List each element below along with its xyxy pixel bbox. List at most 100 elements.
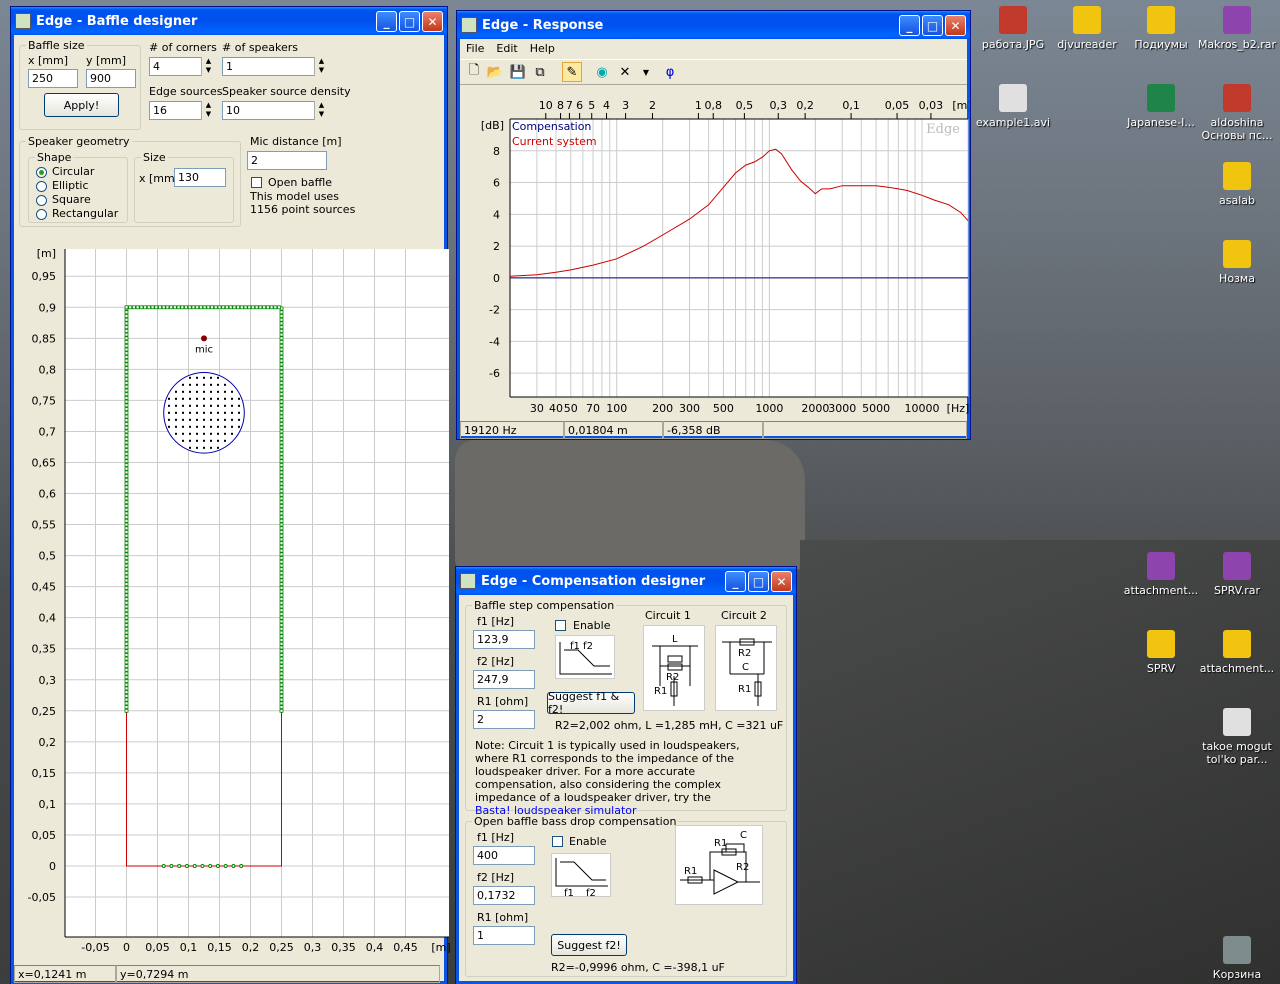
y-unit: [m] xyxy=(37,247,56,260)
mic-distance-input[interactable]: 2 xyxy=(247,151,327,170)
bsc-enable-checkbox[interactable] xyxy=(555,620,566,631)
desktop-icon[interactable]: example1.avi xyxy=(968,84,1058,129)
density-label: Speaker source density xyxy=(222,85,351,98)
desktop-icon[interactable]: attachment... xyxy=(1192,630,1280,675)
x-tick-label: 3000 xyxy=(828,402,856,415)
baffle-plot[interactable]: 0,95 0,9 0,85 0,8 0,75 0,7 0,65 0,6 0,55 0,5 0,45 0… xyxy=(14,245,450,967)
x-tick-label: 40 xyxy=(549,402,563,415)
edge-sources-label: Edge sources xyxy=(149,85,223,98)
r1-input[interactable]: 2 xyxy=(473,710,535,729)
speakers-input[interactable]: 1 xyxy=(222,57,328,76)
save-icon[interactable]: 💾 xyxy=(508,62,528,82)
desktop-icon-label: aldoshina Основы пс... xyxy=(1201,116,1273,142)
desktop-icon[interactable]: asalab xyxy=(1192,162,1280,207)
y-tick-label: 0,65 xyxy=(32,456,57,469)
y-tick-label: -2 xyxy=(489,304,500,317)
mic-marker[interactable] xyxy=(201,335,207,342)
shape-radio-rectangular[interactable] xyxy=(36,209,47,220)
response-titlebar[interactable]: Edge - Response _ □ ✕ xyxy=(457,11,970,39)
y-unit: [dB] xyxy=(481,119,504,132)
minimize-button[interactable]: _ xyxy=(725,571,746,592)
open-baffle-checkbox[interactable] xyxy=(251,177,262,188)
x-tick-label: 0,45 xyxy=(393,941,418,954)
baffle-size-label: Baffle size xyxy=(26,39,87,52)
dropdown-icon[interactable]: ▼ xyxy=(636,62,656,82)
obc-f1: f1 xyxy=(564,888,574,897)
x-tick-label: 0,3 xyxy=(304,941,322,954)
file-icon xyxy=(1073,6,1101,34)
size-x-input[interactable]: 130 xyxy=(174,168,226,187)
desktop-icon-label: attachment... xyxy=(1199,662,1275,675)
file-icon xyxy=(1223,708,1251,736)
menu-edit[interactable]: Edit xyxy=(496,42,517,55)
open-icon[interactable]: 📂 xyxy=(485,62,505,82)
baffle-titlebar[interactable]: Edge - Baffle designer _ □ ✕ xyxy=(11,7,447,35)
desktop-icon[interactable]: Нозма xyxy=(1192,240,1280,285)
shape-radio-elliptic[interactable] xyxy=(36,181,47,192)
shape-radio-square[interactable] xyxy=(36,195,47,206)
desktop-icon-label: SPRV.rar xyxy=(1213,584,1261,597)
shape-radio-circular[interactable] xyxy=(36,167,47,178)
top-tick-label: 0,1 xyxy=(842,99,860,112)
maximize-button[interactable]: □ xyxy=(748,571,769,592)
opamp-c: C xyxy=(740,830,747,841)
density-spinner[interactable]: ▲ ▼ xyxy=(314,101,328,120)
desktop-icon[interactable]: aldoshina Основы пс... xyxy=(1192,84,1280,142)
top-tick-label: 7 xyxy=(566,99,573,112)
desktop-icon[interactable]: Makros_b2.rar xyxy=(1192,6,1280,51)
file-icon xyxy=(1223,6,1251,34)
r1b-input[interactable]: 1 xyxy=(473,926,535,945)
speaker-icon[interactable]: ◉ xyxy=(592,62,612,82)
copy-icon[interactable]: ⧉ xyxy=(530,62,550,82)
open-baffle-label: Open baffle xyxy=(268,176,333,189)
note-body: Note: Circuit 1 is typically used in lou… xyxy=(475,739,740,804)
x-tick-label: 2000 xyxy=(801,402,829,415)
speakers-spinner[interactable]: ▲ ▼ xyxy=(314,57,328,76)
baffle-title: Edge - Baffle designer xyxy=(36,13,198,29)
desktop-icon-label: asalab xyxy=(1219,194,1255,207)
desktop-icon[interactable]: takoe mogut tol'ko par... xyxy=(1192,708,1280,766)
response-chart[interactable]: 86420-2-4-630 40 50 70 100 200 300 500 1000 20003… xyxy=(462,89,969,419)
obc-f2: f2 xyxy=(586,888,596,897)
circuit2-r2: R2 xyxy=(738,648,751,659)
maximize-button[interactable]: □ xyxy=(399,11,420,32)
desktop-icon[interactable]: SPRV.rar xyxy=(1192,552,1280,597)
close-button[interactable]: ✕ xyxy=(422,11,443,32)
f1b-input[interactable]: 400 xyxy=(473,846,535,865)
shape-label-elliptic: Elliptic xyxy=(52,179,89,192)
file-icon xyxy=(1223,162,1251,190)
baffle-y-input[interactable]: 900 xyxy=(86,69,136,88)
menu-file[interactable]: File xyxy=(466,42,484,55)
f2-input[interactable]: 247,9 xyxy=(473,670,535,689)
r1b-label: R1 [ohm] xyxy=(477,911,529,924)
suggest-f2-button[interactable]: Suggest f2! xyxy=(551,934,627,956)
maximize-button[interactable]: □ xyxy=(922,15,943,36)
suggest-f1f2-button[interactable]: Suggest f1 & f2! xyxy=(547,690,635,716)
shape-label: Shape xyxy=(35,151,74,164)
apply-button[interactable]: Apply! xyxy=(44,93,119,117)
baffle-x-input[interactable]: 250 xyxy=(28,69,78,88)
f1-input[interactable]: 123,9 xyxy=(473,630,535,649)
desktop-icon[interactable]: Корзина xyxy=(1192,936,1280,981)
clear-icon[interactable]: ✕ xyxy=(615,62,635,82)
menu-help[interactable]: Help xyxy=(530,42,555,55)
y-tick-label: 0,85 xyxy=(32,332,57,345)
phase-icon[interactable]: φ xyxy=(660,62,680,82)
close-button[interactable]: ✕ xyxy=(771,571,792,592)
corners-spinner[interactable]: ▲ ▼ xyxy=(201,57,215,76)
minimize-button[interactable]: _ xyxy=(376,11,397,32)
f1-label: f1 [Hz] xyxy=(477,615,514,628)
f2b-input[interactable]: 0,1732 xyxy=(473,886,535,905)
x-tick-label: -0,05 xyxy=(81,941,109,954)
density-input[interactable]: 10 xyxy=(222,101,328,120)
minimize-button[interactable]: _ xyxy=(899,15,920,36)
edge-sources-spinner[interactable]: ▲ ▼ xyxy=(201,101,215,120)
new-icon[interactable]: 🗋 xyxy=(464,62,484,82)
obc-enable-checkbox[interactable] xyxy=(552,836,563,847)
top-tick-label: 1 xyxy=(695,99,702,112)
close-button[interactable]: ✕ xyxy=(945,15,966,36)
desktop-icon-label: Корзина xyxy=(1212,968,1262,981)
compensation-titlebar[interactable]: Edge - Compensation designer _ □ ✕ xyxy=(456,567,796,595)
pen-icon[interactable]: ✎ xyxy=(562,62,582,82)
opamp-circuit-diagram: C R1 R2 R1 xyxy=(675,825,763,905)
